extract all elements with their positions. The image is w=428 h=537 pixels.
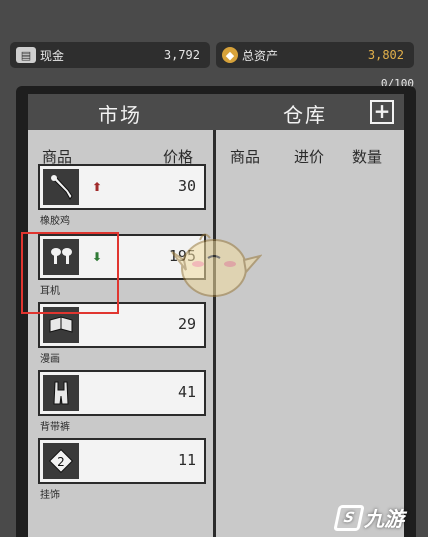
cash-label: 现金: [40, 48, 65, 63]
price-up-icon: ⬆: [92, 180, 103, 194]
total-assets-label: 总资产: [242, 48, 279, 63]
watermark-logo: S 九游: [333, 503, 404, 532]
warehouse-col-item: 商品: [230, 148, 261, 166]
market-item-overalls[interactable]: 41: [38, 370, 206, 416]
cash-bar: ▤ 现金 3,792: [10, 42, 210, 68]
nine-game-logo-icon: S: [333, 504, 365, 531]
cash-stack-icon: ▤: [16, 47, 36, 63]
item-price: 29: [177, 315, 196, 333]
total-assets-bar: ◆ 总资产 3,802: [216, 42, 414, 68]
rubber-chicken-icon: [43, 169, 79, 205]
item-name: 橡胶鸡: [40, 216, 70, 227]
item-price: 41: [177, 383, 196, 401]
warehouse-col-qty: 数量: [352, 148, 383, 166]
warehouse-col-cost: 进价: [294, 148, 325, 166]
add-warehouse-button[interactable]: +: [370, 100, 394, 124]
column-divider: [213, 130, 216, 537]
item-price: 11: [177, 451, 196, 469]
market-item-pendant[interactable]: 2 11: [38, 438, 206, 484]
item-price: 30: [177, 177, 196, 195]
total-assets-value: 3,802: [367, 48, 404, 62]
market-item-rubber-chicken[interactable]: ⬆ 30: [38, 164, 206, 210]
overalls-icon: [43, 375, 79, 411]
cash-value: 3,792: [163, 48, 200, 62]
item-name: 背带裤: [40, 422, 70, 433]
warehouse-title: 仓库: [283, 103, 327, 127]
mascot-chick-icon: [171, 233, 262, 297]
asset-coin-icon: ◆: [222, 47, 238, 63]
item-name: 挂饰: [40, 490, 60, 501]
trading-panel-content: 市场 仓库 + 商品 价格 商品 进价 数量 ⬆ 30 橡胶鸡 ⬇ 195 耳机: [28, 94, 404, 537]
item-name: 漫画: [40, 354, 60, 365]
watermark-text: 九游: [364, 507, 404, 531]
panel-title-bar: 市场 仓库 +: [28, 94, 404, 130]
highlight-box: [21, 232, 119, 314]
pendant-icon: 2: [43, 443, 79, 479]
svg-text:2: 2: [57, 455, 65, 469]
market-title: 市场: [98, 103, 142, 127]
